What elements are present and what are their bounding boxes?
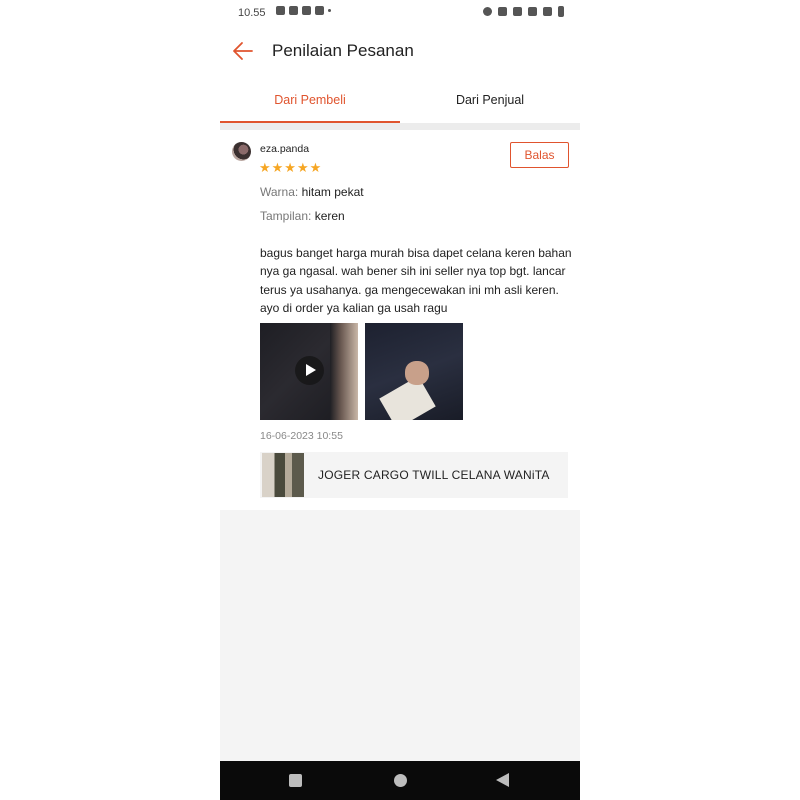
vibrate-icon	[498, 7, 507, 16]
page-title: Penilaian Pesanan	[272, 41, 414, 60]
tiktok-icon	[289, 6, 298, 15]
review-photo-thumbnail[interactable]	[365, 323, 463, 420]
attribute-value: hitam pekat	[301, 185, 364, 199]
status-bar: 10.55	[220, 0, 580, 26]
tab-dari-penjual[interactable]: Dari Penjual	[400, 78, 580, 123]
avatar[interactable]	[232, 142, 251, 161]
review-comment: bagus banget harga murah bisa dapet cela…	[260, 246, 572, 315]
arrow-left-icon[interactable]	[232, 40, 254, 62]
system-nav-bar	[220, 761, 580, 800]
app-header: Penilaian Pesanan	[220, 26, 580, 78]
more-dot-icon	[328, 9, 331, 12]
attribute-key: Tampilan:	[260, 209, 312, 223]
phone-screen: 10.55 Penilaian Pesanan Dari Pembeli Dar…	[220, 0, 580, 800]
wifi-icon	[528, 7, 537, 16]
attribute-color: Warna: hitam pekat	[260, 185, 364, 199]
review-card: eza.panda ★★★★★ Balas Warna: hitam pekat…	[220, 130, 580, 510]
alarm-icon	[483, 7, 492, 16]
back-triangle-icon[interactable]	[496, 773, 509, 787]
star-rating: ★★★★★	[259, 160, 323, 175]
attribute-appearance: Tampilan: keren	[260, 209, 345, 223]
product-name: JOGER CARGO TWILL CELANA WANiTA	[318, 468, 550, 482]
section-divider	[220, 123, 580, 130]
attribute-value: keren	[314, 209, 345, 223]
photo-detail	[405, 361, 429, 385]
mail-icon	[315, 6, 324, 15]
status-time: 10.55	[238, 7, 266, 19]
tab-bar: Dari Pembeli Dari Penjual	[220, 78, 580, 123]
status-right-icons	[483, 6, 564, 17]
attribute-key: Warna:	[260, 185, 299, 199]
video-frame	[330, 323, 358, 420]
recents-icon[interactable]	[289, 774, 302, 787]
volte-icon	[513, 7, 522, 16]
product-card[interactable]: JOGER CARGO TWILL CELANA WANiTA	[260, 452, 568, 498]
reply-button[interactable]: Balas	[510, 142, 569, 168]
mail-icon	[302, 6, 311, 15]
photo-detail	[379, 376, 436, 420]
product-thumbnail	[262, 453, 304, 497]
review-date: 16-06-2023 10:55	[260, 430, 343, 442]
signal-icon	[543, 7, 552, 16]
home-icon[interactable]	[394, 774, 407, 787]
review-username: eza.panda	[260, 143, 310, 155]
review-video-thumbnail[interactable]	[260, 323, 358, 420]
notification-icon	[276, 6, 285, 15]
battery-icon	[558, 6, 564, 17]
play-icon[interactable]	[295, 356, 324, 385]
tab-dari-pembeli[interactable]: Dari Pembeli	[220, 78, 400, 123]
status-left-icons	[276, 6, 331, 15]
